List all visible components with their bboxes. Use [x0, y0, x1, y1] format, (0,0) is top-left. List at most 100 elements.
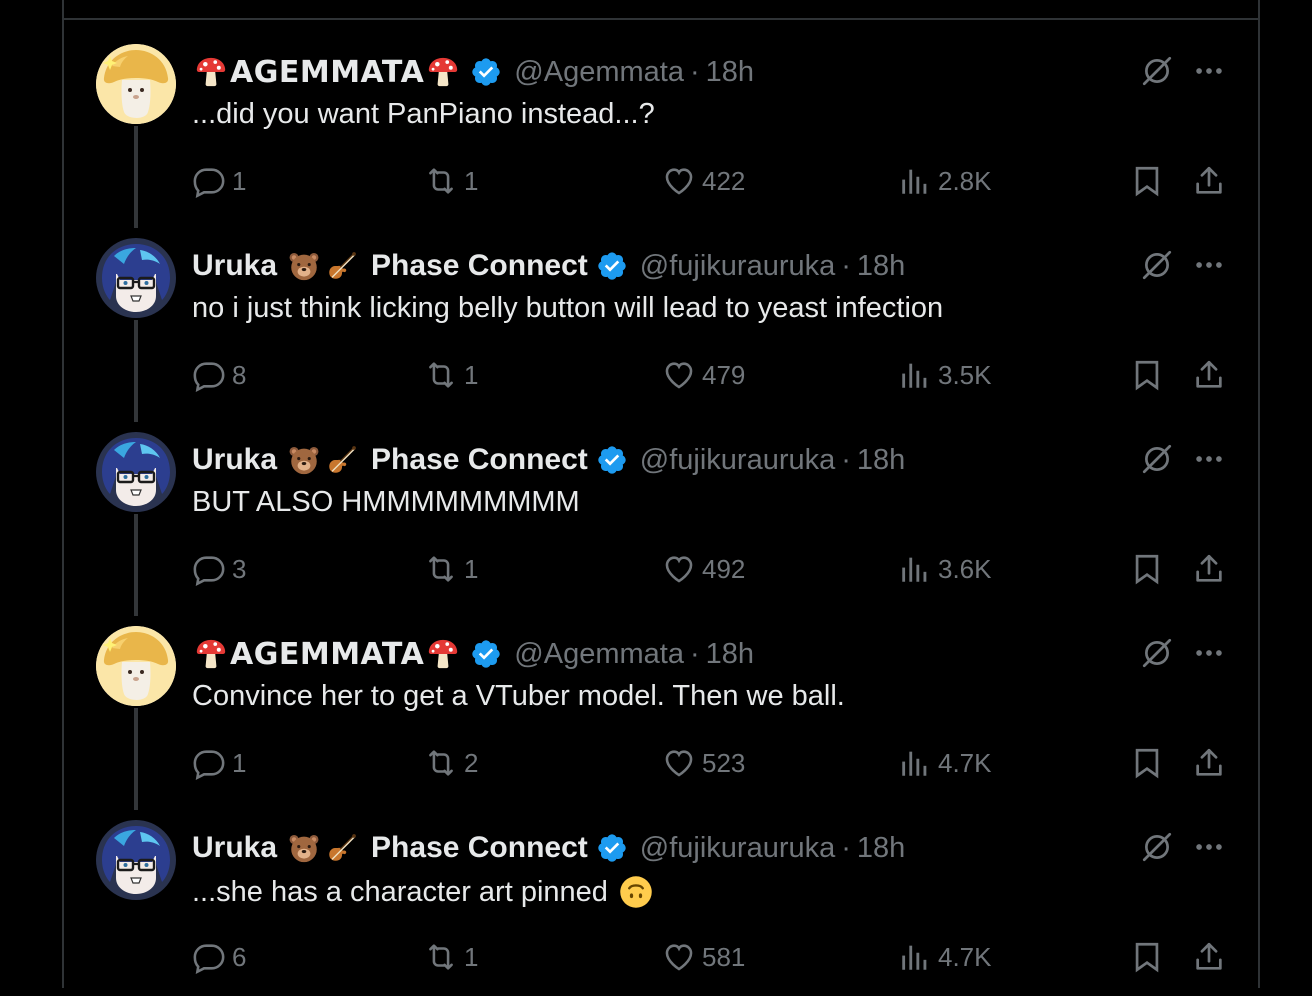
views-button[interactable]: 3.5K: [898, 358, 992, 392]
like-button[interactable]: 479: [662, 358, 745, 392]
retweet-button[interactable]: 1: [424, 552, 478, 586]
views-button[interactable]: 4.7K: [898, 746, 992, 780]
share-button[interactable]: [1192, 940, 1232, 974]
tweet-text: no i just think licking belly button wil…: [192, 292, 943, 325]
bookmark-icon: [1130, 164, 1164, 198]
tweet-text: BUT ALSO HMMMMMMMMM: [192, 486, 580, 519]
retweet-button[interactable]: 2: [424, 746, 478, 780]
verified-badge-icon[interactable]: [596, 250, 628, 282]
display-name[interactable]: Uruka: [192, 249, 277, 283]
bear-face-icon: [287, 831, 321, 865]
display-name-suffix[interactable]: Phase Connect: [371, 831, 588, 865]
reply-count: 6: [232, 941, 247, 972]
more-options-icon[interactable]: [1192, 830, 1226, 864]
like-button[interactable]: 581: [662, 940, 745, 974]
reply-count: 8: [232, 359, 247, 390]
verified-badge-icon[interactable]: [470, 56, 502, 88]
verified-badge-icon[interactable]: [596, 832, 628, 864]
reply-button[interactable]: 6: [192, 940, 246, 974]
display-name[interactable]: AGEMMATA: [230, 637, 424, 672]
like-button[interactable]: 523: [662, 746, 745, 780]
view-count: 4.7K: [938, 941, 992, 972]
display-name[interactable]: Uruka: [192, 831, 277, 865]
like-button[interactable]: 492: [662, 552, 745, 586]
view-count: 4.7K: [938, 747, 992, 778]
share-button[interactable]: [1192, 746, 1232, 780]
reply-button[interactable]: 3: [192, 552, 246, 586]
more-options-icon[interactable]: [1192, 636, 1226, 670]
bookmark-icon: [1130, 552, 1164, 586]
avatar[interactable]: [96, 238, 176, 318]
reply-button[interactable]: 1: [192, 746, 246, 780]
retweet-button[interactable]: 1: [424, 164, 478, 198]
handle[interactable]: @fujikurauruka: [640, 250, 835, 283]
retweet-button[interactable]: 1: [424, 940, 478, 974]
top-divider: [64, 18, 1258, 20]
handle[interactable]: @fujikurauruka: [640, 832, 835, 865]
bookmark-button[interactable]: [1130, 940, 1170, 974]
timestamp[interactable]: 18h: [857, 250, 905, 283]
reply-button[interactable]: 1: [192, 164, 246, 198]
handle[interactable]: @Agemmata: [514, 56, 684, 89]
share-button[interactable]: [1192, 164, 1232, 198]
display-name[interactable]: Uruka: [192, 443, 277, 477]
bear-face-icon: [287, 249, 321, 283]
reply-icon: [192, 164, 226, 198]
share-button[interactable]: [1192, 358, 1232, 392]
grok-icon[interactable]: [1140, 248, 1174, 282]
tweet[interactable]: AGEMMATA @Agemmata · 18h ...did you want…: [64, 26, 1258, 220]
bookmark-icon: [1130, 746, 1164, 780]
reply-button[interactable]: 8: [192, 358, 246, 392]
tweet-header: Uruka Phase Connect @fujikurauruka · 18h: [192, 440, 905, 480]
more-options-icon[interactable]: [1192, 248, 1226, 282]
timestamp[interactable]: 18h: [857, 444, 905, 477]
handle[interactable]: @Agemmata: [514, 638, 684, 671]
avatar[interactable]: [96, 44, 176, 124]
like-button[interactable]: 422: [662, 164, 745, 198]
tweet[interactable]: Uruka Phase Connect @fujikurauruka · 18h…: [64, 414, 1258, 608]
bookmark-button[interactable]: [1130, 164, 1170, 198]
avatar[interactable]: [96, 626, 176, 706]
display-name-suffix[interactable]: Phase Connect: [371, 443, 588, 477]
verified-badge-icon[interactable]: [596, 444, 628, 476]
avatar[interactable]: [96, 820, 176, 900]
views-button[interactable]: 2.8K: [898, 164, 992, 198]
tweet-text: Convince her to get a VTuber model. Then…: [192, 680, 845, 713]
heart-icon: [662, 358, 696, 392]
views-button[interactable]: 3.6K: [898, 552, 992, 586]
tweet[interactable]: AGEMMATA @Agemmata · 18h Convince her to…: [64, 608, 1258, 802]
timestamp[interactable]: 18h: [706, 638, 754, 671]
timestamp[interactable]: 18h: [706, 56, 754, 89]
bookmark-button[interactable]: [1130, 358, 1170, 392]
grok-icon[interactable]: [1140, 442, 1174, 476]
grok-icon[interactable]: [1140, 54, 1174, 88]
like-count: 523: [702, 747, 746, 778]
handle[interactable]: @fujikurauruka: [640, 444, 835, 477]
grok-icon[interactable]: [1140, 636, 1174, 670]
verified-badge-icon[interactable]: [470, 638, 502, 670]
retweet-button[interactable]: 1: [424, 358, 478, 392]
bookmark-button[interactable]: [1130, 552, 1170, 586]
tweet[interactable]: Uruka Phase Connect @fujikurauruka · 18h…: [64, 220, 1258, 414]
tweet-header: AGEMMATA @Agemmata · 18h: [192, 634, 754, 674]
share-icon: [1192, 358, 1226, 392]
display-name-suffix[interactable]: Phase Connect: [371, 249, 588, 283]
grok-icon[interactable]: [1140, 830, 1174, 864]
tweet-actions: 1 2 523 4.7K: [192, 746, 1252, 786]
like-count: 479: [702, 359, 746, 390]
timestamp[interactable]: 18h: [857, 832, 905, 865]
more-options-icon[interactable]: [1192, 442, 1226, 476]
bookmark-button[interactable]: [1130, 746, 1170, 780]
tweet[interactable]: Uruka Phase Connect @fujikurauruka · 18h…: [64, 802, 1258, 996]
reply-icon: [192, 358, 226, 392]
more-options-icon[interactable]: [1192, 54, 1226, 88]
bookmark-icon: [1130, 358, 1164, 392]
violin-icon: [325, 831, 359, 865]
retweet-icon: [424, 164, 458, 198]
views-button[interactable]: 4.7K: [898, 940, 992, 974]
share-button[interactable]: [1192, 552, 1232, 586]
tweet-text-content: no i just think licking belly button wil…: [192, 292, 944, 324]
avatar[interactable]: [96, 432, 176, 512]
display-name[interactable]: AGEMMATA: [230, 55, 424, 90]
mushroom-icon: [426, 637, 460, 671]
